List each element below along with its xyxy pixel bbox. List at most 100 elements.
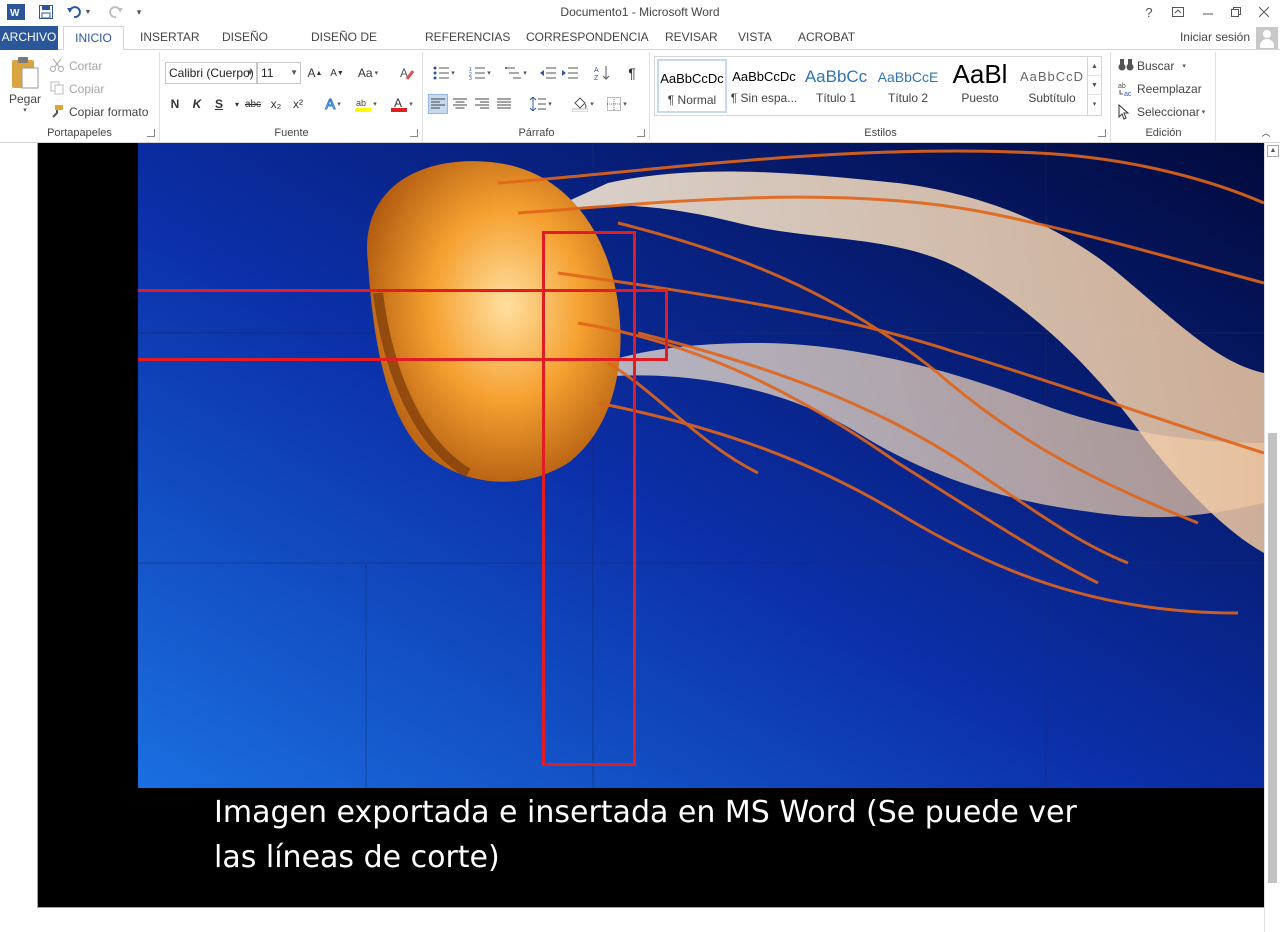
style-titulo-2[interactable]: AaBbCcE Título 2 [873,59,943,113]
replace-button[interactable]: ab ac Reemplazar [1118,81,1202,98]
change-case-label: Aa [357,66,373,80]
gallery-scroll-up-icon[interactable]: ▲ [1088,57,1101,76]
italic-button[interactable]: K [187,94,207,114]
clipboard-group-label: Portapapeles [47,127,112,139]
format-painter-label: Copiar formato [69,105,149,119]
justify-icon[interactable] [494,94,514,114]
numbering-button[interactable]: 1 2 3 ▾ [464,63,496,83]
font-color-button[interactable]: A ▾ [387,94,417,114]
font-size-combo[interactable]: 11 ▼ [257,62,301,84]
jellyfish-image[interactable] [138,143,1264,788]
format-painter-button[interactable]: Copiar formato [50,104,148,120]
tab-inicio[interactable]: INICIO [63,26,124,51]
paste-label: Pegar [8,92,42,106]
style-name: ¶ Normal [667,93,717,107]
strikethrough-button[interactable]: abc [243,94,263,114]
tab-insertar[interactable]: INSERTAR [132,26,200,50]
styles-gallery-scroll: ▲ ▼ ▾ [1087,57,1101,115]
paste-button[interactable]: Pegar ▾ [6,56,44,120]
style-sample: AaBbCcE [877,69,939,85]
clear-formatting-icon[interactable]: A [397,63,417,83]
style-puesto[interactable]: AaBl Puesto [945,59,1015,113]
style-name: Puesto [961,91,999,105]
text-effects-button[interactable]: A ▾ [319,94,347,114]
ribbon: Pegar ▾ Cortar Copiar Copiar formato Por… [0,50,1280,143]
bullets-button[interactable]: ▾ [428,63,460,83]
bold-button[interactable]: N [165,94,185,114]
superscript-button[interactable]: x² [288,94,308,114]
highlight-color-button[interactable]: ab ▾ [351,94,381,114]
font-color-icon: A [391,96,408,112]
ribbon-display-options-icon[interactable] [1164,2,1192,22]
tab-acrobat[interactable]: ACROBAT [790,26,860,50]
cut-label: Cortar [69,59,103,73]
vertical-scrollbar[interactable]: ▲ [1264,143,1280,932]
style-sin-espaciado[interactable]: AaBbCcDc ¶ Sin espa... [729,59,799,113]
sort-icon[interactable]: AZ [592,63,612,83]
align-center-icon[interactable] [450,94,470,114]
style-sample: AaBbCcD [1019,69,1085,84]
line-spacing-button[interactable]: ▾ [526,94,556,114]
avatar[interactable] [1256,27,1278,49]
collapse-ribbon-icon[interactable]: ︿ [1256,122,1276,142]
minimize-button[interactable] [1194,2,1222,22]
numbered-list-icon: 123 [469,67,486,80]
font-dialog-launcher[interactable] [410,129,418,137]
clipboard-dialog-launcher[interactable] [147,129,155,137]
replace-icon: ab ac [1118,81,1134,98]
restore-button[interactable] [1222,2,1250,22]
line-spacing-icon [530,97,547,111]
close-button[interactable] [1250,2,1278,22]
align-right-icon[interactable] [472,94,492,114]
subscript-button[interactable]: x₂ [266,94,286,114]
cut-button[interactable]: Cortar [50,58,102,74]
scroll-thumb[interactable] [1268,433,1277,883]
paragraph-dialog-launcher[interactable] [637,129,645,137]
style-normal[interactable]: AaBbCcDc ¶ Normal [657,59,727,113]
shading-button[interactable]: ▾ [568,94,598,114]
show-formatting-marks-button[interactable]: ¶ [622,63,642,83]
style-sample: AaBbCc [804,67,868,86]
tab-vista[interactable]: VISTA [730,26,776,50]
increase-indent-icon[interactable] [560,63,580,83]
tab-correspondencia[interactable]: CORRESPONDENCIA [518,26,649,50]
tab-archivo[interactable]: ARCHIVO [0,26,58,50]
style-name: Título 2 [887,91,929,105]
sign-in-link[interactable]: Iniciar sesión [1180,30,1250,44]
scissors-icon [50,58,66,74]
grow-font-label: A [307,66,316,80]
paragraph-group-label: Párrafo [518,127,555,139]
style-titulo-1[interactable]: AaBbCc Título 1 [801,59,871,113]
borders-button[interactable]: ▾ [602,94,632,114]
change-case-button[interactable]: Aa ▾ [353,63,383,83]
tab-diseno[interactable]: DISEÑO [214,26,270,50]
underline-button[interactable]: S [209,94,229,114]
scroll-up-icon[interactable]: ▲ [1267,145,1279,157]
shrink-font-button[interactable]: A ▼ [327,63,347,83]
svg-text:Z: Z [594,75,599,81]
styles-group-label: Estilos [864,127,897,139]
copy-button[interactable]: Copiar [50,81,104,97]
svg-text:ab: ab [1118,83,1126,90]
tab-referencias[interactable]: REFERENCIAS [417,26,510,50]
jellyfish-photo [138,143,1264,788]
window-title: Documento1 - Microsoft Word [560,5,720,19]
style-subtitulo[interactable]: AaBbCcD Subtítulo [1017,59,1087,113]
styles-dialog-launcher[interactable] [1098,129,1106,137]
multilevel-list-button[interactable]: ▾ [500,63,532,83]
align-left-icon[interactable] [428,94,448,114]
find-button[interactable]: Buscar ▾ [1118,58,1186,74]
decrease-indent-icon[interactable] [538,63,558,83]
tab-revisar[interactable]: REVISAR [657,26,718,50]
grow-font-button[interactable]: A ▲ [305,63,325,83]
gallery-more-icon[interactable]: ▾ [1088,95,1101,114]
bullet-list-icon [433,66,450,80]
document-page[interactable]: Imagen exportada e insertada en MS Word … [37,143,1264,908]
gallery-scroll-down-icon[interactable]: ▼ [1088,76,1101,95]
font-name-combo[interactable]: Calibri (Cuerpo) ▼ [165,62,257,84]
editing-group-label: Edición [1145,127,1182,139]
style-name: Título 1 [815,91,857,105]
help-button[interactable]: ? [1135,2,1163,22]
tab-diseno-de-pagina[interactable]: DISEÑO DE PÁGINA [284,26,404,67]
select-button[interactable]: Seleccionar ▾ [1118,103,1205,120]
